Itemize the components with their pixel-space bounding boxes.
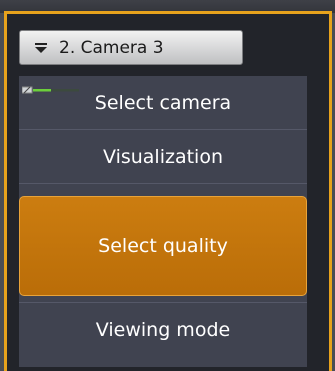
menu-item-label: Select quality — [98, 235, 228, 257]
camera-selector-label: 2. Camera 3 — [59, 37, 164, 58]
menu-item-visualization[interactable]: Visualization — [19, 130, 307, 184]
menu-item-label: Visualization — [102, 145, 223, 168]
signal-level-icon — [22, 86, 79, 94]
chevron-down-icon — [35, 42, 47, 53]
menu-item-select-quality[interactable]: Select quality — [19, 196, 307, 296]
menu-item-label: Select camera — [94, 91, 232, 114]
menu-item-label: Viewing mode — [95, 318, 231, 341]
camera-selector-button[interactable]: 2. Camera 3 — [19, 30, 243, 65]
camera-context-menu: Select camera Visualization Select quali… — [19, 76, 307, 367]
menu-item-viewing-mode[interactable]: Viewing mode — [19, 302, 307, 356]
